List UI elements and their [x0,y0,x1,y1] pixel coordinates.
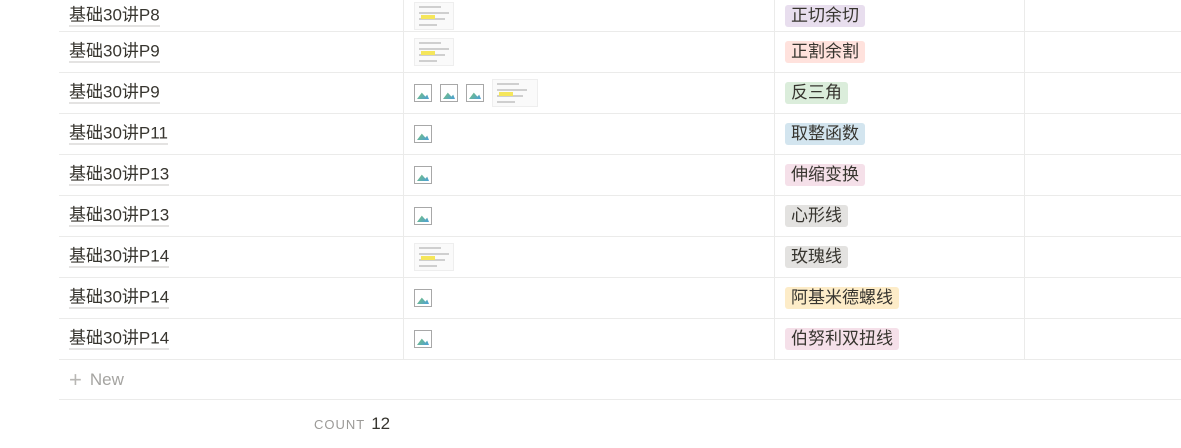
image-thumbnail[interactable] [414,243,454,271]
table-row[interactable]: 基础30讲P14 玫瑰线 [59,237,1181,278]
files-cell[interactable] [404,155,775,195]
table-row[interactable]: 基础30讲P14 阿基米德螺线 [59,278,1181,319]
tag-badge: 伸缩变换 [785,164,865,186]
files-cell[interactable] [404,278,775,318]
empty-cell[interactable] [1025,73,1181,113]
plus-icon: + [69,366,82,392]
tag-cell[interactable]: 玫瑰线 [775,237,1025,277]
table-row[interactable]: 基础30讲P11 取整函数 [59,114,1181,155]
files-cell[interactable] [404,73,775,113]
table-row[interactable]: 基础30讲P13 心形线 [59,196,1181,237]
table-row[interactable]: 基础30讲P8 正切余切 [59,0,1181,32]
row-title-link[interactable]: 基础30讲P14 [69,288,170,309]
tag-badge: 心形线 [785,205,848,227]
file-list [414,289,432,307]
tag-cell[interactable]: 伯努利双扭线 [775,319,1025,359]
new-row[interactable]: + New [59,360,1181,400]
table-row[interactable]: 基础30讲P14 伯努利双扭线 [59,319,1181,360]
row-title-link[interactable]: 基础30讲P14 [69,329,170,350]
new-row-button[interactable]: + New [69,366,124,392]
title-cell[interactable]: 基础30讲P13 [59,196,404,236]
table-body: 基础30讲P8 正切余切 基础30讲P9 正割余割 基础30讲P9 反三角 基础30讲P11… [59,0,1181,360]
tag-cell[interactable]: 心形线 [775,196,1025,236]
file-list [414,79,538,107]
row-title-link[interactable]: 基础30讲P11 [69,124,168,145]
image-thumbnail[interactable] [414,1,454,30]
table-row[interactable]: 基础30讲P13 伸缩变换 [59,155,1181,196]
broken-image-icon[interactable] [414,84,432,102]
file-list [414,243,454,271]
tag-badge: 正割余割 [785,41,865,63]
empty-cell[interactable] [1025,196,1181,236]
tag-badge: 玫瑰线 [785,246,848,268]
broken-image-icon[interactable] [414,289,432,307]
tag-badge: 反三角 [785,82,848,104]
row-title-link[interactable]: 基础30讲P8 [69,5,160,26]
tag-cell[interactable]: 反三角 [775,73,1025,113]
file-list [414,1,454,30]
table-row[interactable]: 基础30讲P9 正割余割 [59,32,1181,73]
file-list [414,38,454,66]
tag-badge: 伯努利双扭线 [785,328,899,350]
file-list [414,207,432,225]
empty-cell[interactable] [1025,0,1181,31]
title-cell[interactable]: 基础30讲P14 [59,237,404,277]
count-footer[interactable]: COUNT 12 [314,414,390,434]
broken-image-icon[interactable] [414,330,432,348]
empty-cell[interactable] [1025,32,1181,72]
empty-cell[interactable] [1025,319,1181,359]
title-cell[interactable]: 基础30讲P9 [59,73,404,113]
file-list [414,166,432,184]
title-cell[interactable]: 基础30讲P9 [59,32,404,72]
broken-image-icon[interactable] [414,166,432,184]
tag-badge: 正切余切 [785,4,865,27]
empty-cell[interactable] [1025,278,1181,318]
database-table: 基础30讲P8 正切余切 基础30讲P9 正割余割 基础30讲P9 反三角 基础30讲P11… [59,0,1181,400]
image-thumbnail[interactable] [414,38,454,66]
files-cell[interactable] [404,237,775,277]
tag-badge: 阿基米德螺线 [785,287,899,309]
row-title-link[interactable]: 基础30讲P13 [69,165,170,186]
files-cell[interactable] [404,0,775,31]
count-label: COUNT [314,417,366,432]
tag-cell[interactable]: 伸缩变换 [775,155,1025,195]
broken-image-icon[interactable] [440,84,458,102]
title-cell[interactable]: 基础30讲P13 [59,155,404,195]
tag-badge: 取整函数 [785,123,865,145]
tag-cell[interactable]: 阿基米德螺线 [775,278,1025,318]
row-title-link[interactable]: 基础30讲P13 [69,206,170,227]
files-cell[interactable] [404,32,775,72]
broken-image-icon[interactable] [466,84,484,102]
files-cell[interactable] [404,319,775,359]
empty-cell[interactable] [1025,155,1181,195]
broken-image-icon[interactable] [414,125,432,143]
row-title-link[interactable]: 基础30讲P9 [69,83,160,104]
title-cell[interactable]: 基础30讲P8 [59,0,404,31]
tag-cell[interactable]: 正割余割 [775,32,1025,72]
count-value: 12 [371,414,391,433]
empty-cell[interactable] [1025,237,1181,277]
row-title-link[interactable]: 基础30讲P9 [69,42,160,63]
file-list [414,125,432,143]
new-row-label: New [89,369,124,389]
image-thumbnail[interactable] [492,79,538,107]
files-cell[interactable] [404,114,775,154]
title-cell[interactable]: 基础30讲P11 [59,114,404,154]
title-cell[interactable]: 基础30讲P14 [59,278,404,318]
tag-cell[interactable]: 取整函数 [775,114,1025,154]
title-cell[interactable]: 基础30讲P14 [59,319,404,359]
table-row[interactable]: 基础30讲P9 反三角 [59,73,1181,114]
tag-cell[interactable]: 正切余切 [775,0,1025,31]
files-cell[interactable] [404,196,775,236]
row-title-link[interactable]: 基础30讲P14 [69,247,170,268]
file-list [414,330,432,348]
broken-image-icon[interactable] [414,207,432,225]
empty-cell[interactable] [1025,114,1181,154]
